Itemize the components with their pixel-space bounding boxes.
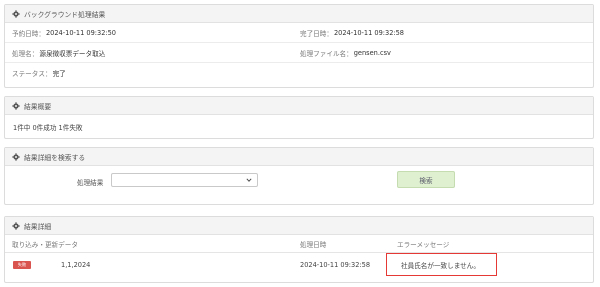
column-header-data: 取り込み・更新データ [12,241,78,249]
completed-label: 完了日時： [300,29,333,38]
process-file-value: gensen.csv [353,48,391,57]
gear-icon [12,101,20,110]
process-name: 処理名： 源泉徴収票データ取込 [12,43,105,62]
panel-header: 結果詳細を検索する [5,148,593,166]
panel-header: 結果詳細 [5,217,593,235]
error-message-text: 社員氏名が一致しません。 [401,261,480,270]
summary-row: 1件中 0件成功 1件失敗 [5,115,593,138]
column-header-datetime: 処理日時 [300,241,327,249]
status: ステータス： 完了 [12,63,66,83]
column-header-error: エラーメッセージ [397,241,450,249]
result-filter-select[interactable] [111,173,258,187]
background-result-panel: バックグラウンド処理結果 予約日時： 2024-10-11 09:32:50 完… [4,4,594,88]
gear-icon [12,221,20,230]
scheduled-label: 予約日時： [12,29,45,38]
row-process-info: 処理名： 源泉徴収票データ取込 処理ファイル名： gensen.csv [5,43,593,63]
result-filter-label: 処理結果 [77,179,104,187]
summary-panel: 結果概要 1件中 0件成功 1件失敗 [4,96,594,139]
error-message: 社員氏名が一致しません。 [386,253,497,276]
process-name-label: 処理名： [12,49,39,58]
completed-value: 2024-10-11 09:32:58 [333,28,404,37]
scheduled-datetime: 予約日時： 2024-10-11 09:32:50 [12,23,116,42]
panel-header: バックグラウンド処理結果 [5,5,593,23]
panel-title: バックグラウンド処理結果 [24,10,106,19]
panel-title: 結果詳細を検索する [24,153,86,162]
row-data: 1,1,2024 [61,260,91,269]
summary-text: 1件中 0件成功 1件失敗 [13,123,83,132]
status-value: 完了 [52,70,66,78]
failure-badge: 失敗 [13,261,31,269]
table-header: 取り込み・更新データ 処理日時 エラーメッセージ [5,235,593,253]
status-label: ステータス： [12,70,52,78]
panel-title: 結果概要 [24,102,52,111]
row-datetimes: 予約日時： 2024-10-11 09:32:50 完了日時： 2024-10-… [5,23,593,43]
panel-header: 結果概要 [5,97,593,115]
panel-title: 結果詳細 [24,222,52,231]
process-file-label: 処理ファイル名： [300,49,353,58]
row-status: ステータス： 完了 [5,63,593,83]
chevron-down-icon [246,177,252,183]
process-name-value: 源泉徴収票データ取込 [39,49,106,58]
process-file: 処理ファイル名： gensen.csv [300,43,391,62]
row-datetime: 2024-10-11 09:32:58 [300,260,371,269]
scheduled-value: 2024-10-11 09:32:50 [45,28,116,37]
gear-icon [12,9,20,18]
search-button[interactable]: 検索 [397,171,455,188]
gear-icon [12,152,20,161]
completed-datetime: 完了日時： 2024-10-11 09:32:58 [300,23,404,42]
search-panel: 結果詳細を検索する 処理結果 検索 [4,147,594,205]
details-panel: 結果詳細 取り込み・更新データ 処理日時 エラーメッセージ 失敗 1,1,202… [4,216,594,283]
table-row: 失敗 1,1,2024 2024-10-11 09:32:58 社員氏名が一致し… [5,253,593,276]
search-form: 処理結果 検索 [5,166,593,199]
